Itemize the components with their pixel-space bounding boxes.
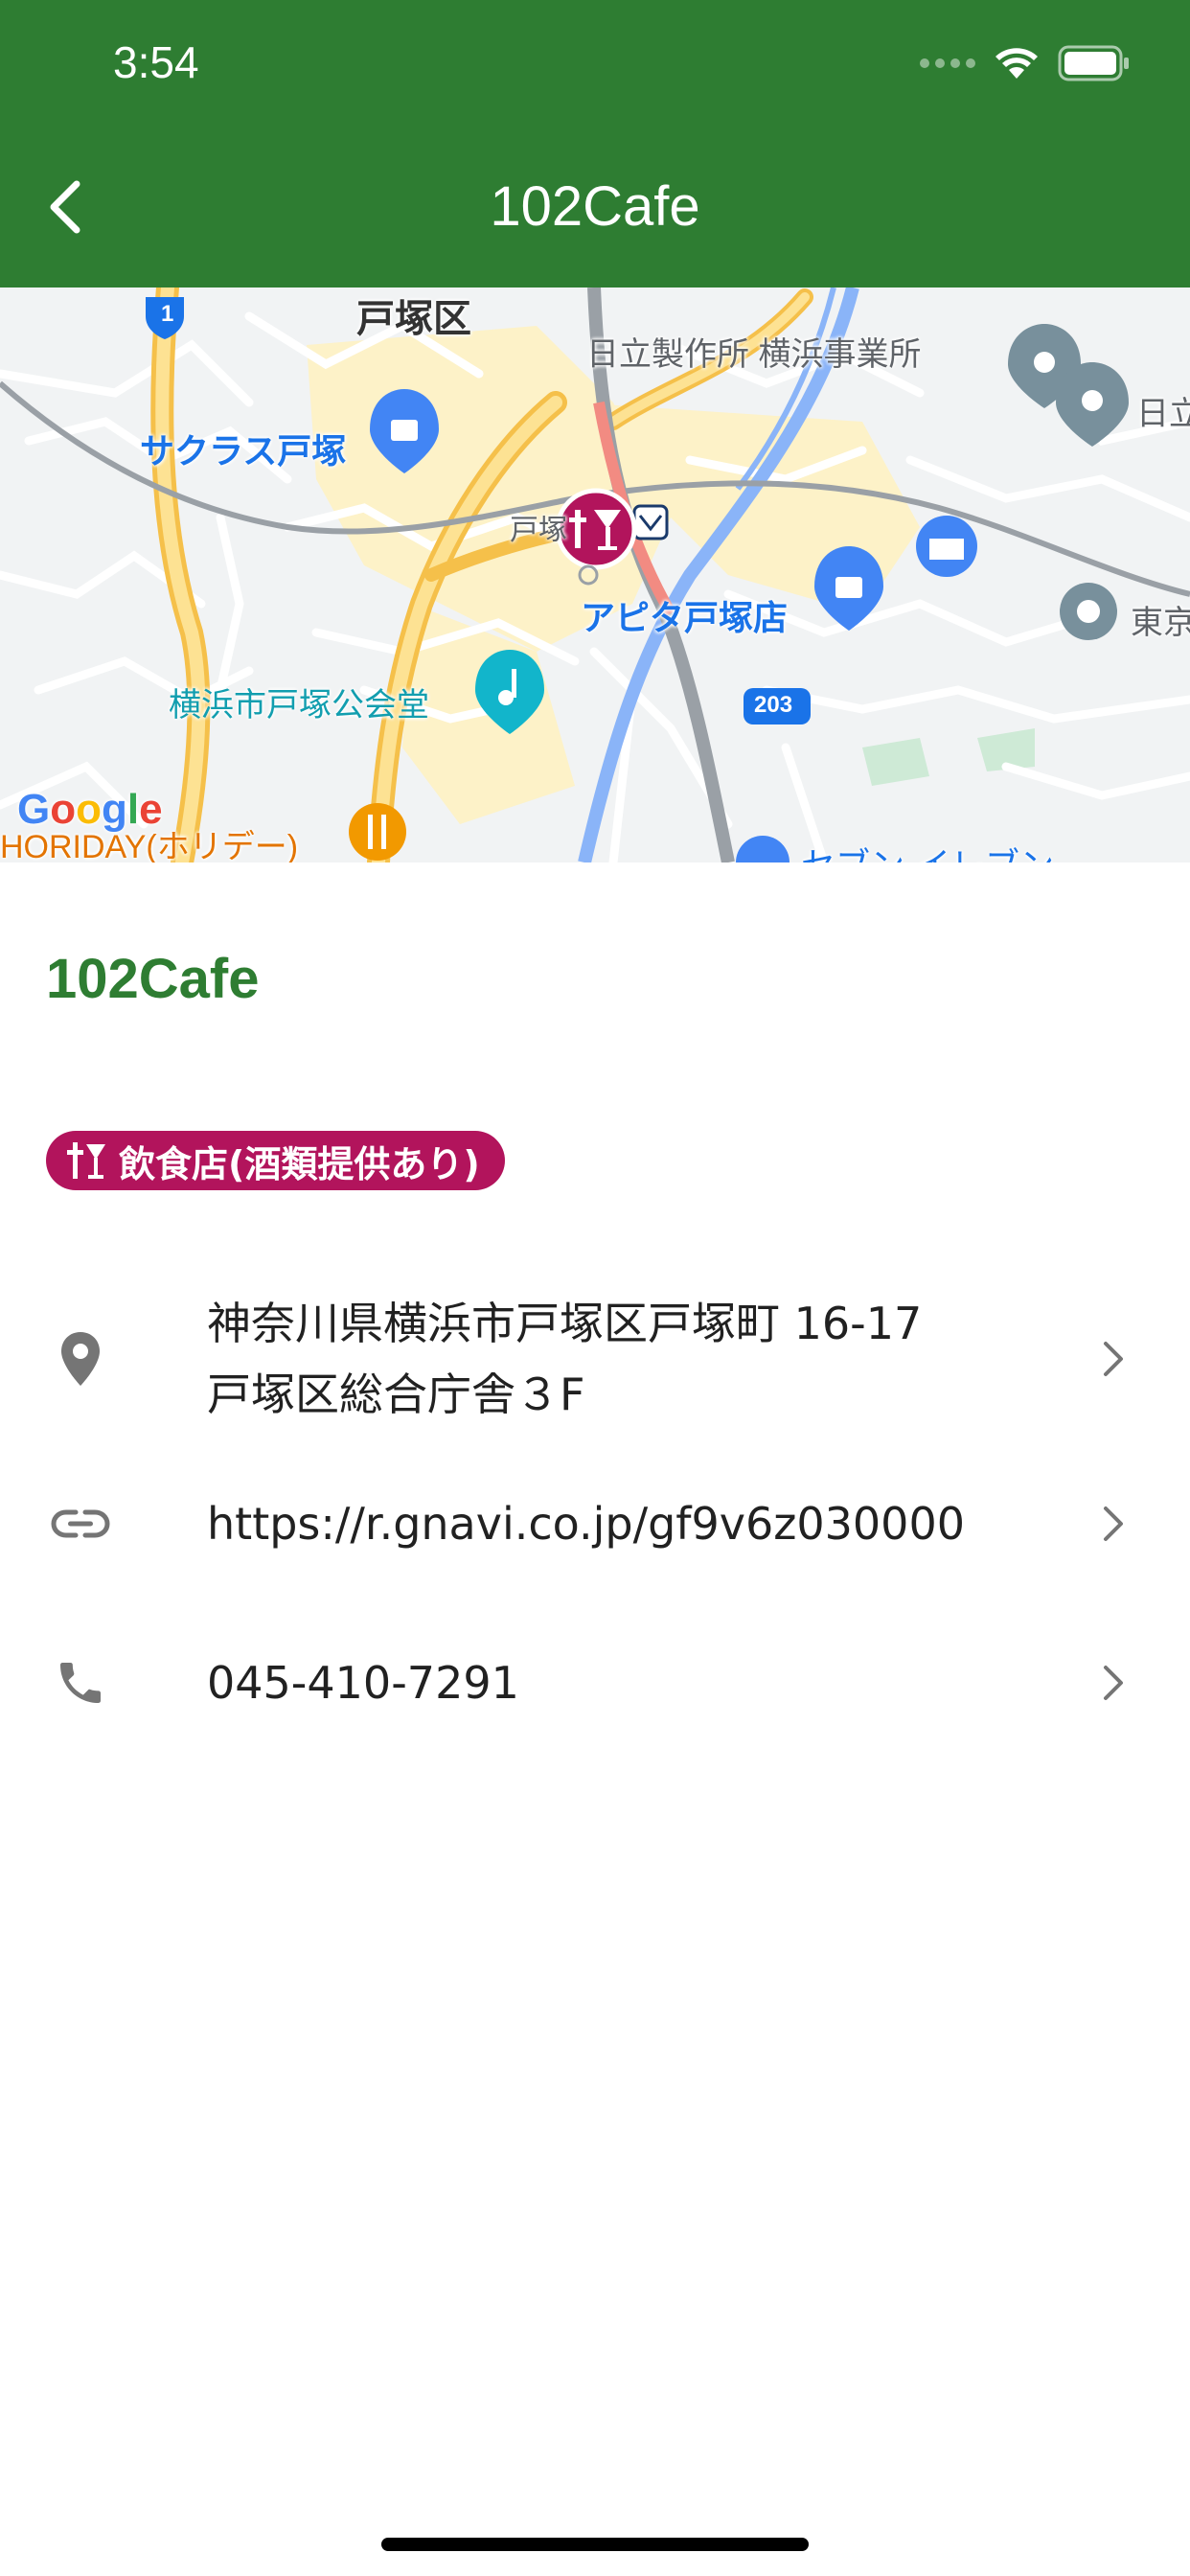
address-line-2: 戸塚区総合庁舎３F (207, 1368, 585, 1420)
route-203-label: 203 (754, 692, 793, 718)
route-1-label: 1 (161, 301, 174, 327)
cellular-signal-icon (920, 58, 975, 68)
home-indicator[interactable] (381, 2538, 809, 2551)
chevron-right-icon (1098, 1336, 1129, 1382)
map-label-tokyo: 東京 (1131, 605, 1190, 641)
app-header: 3:54 102Cafe (0, 0, 1190, 288)
restaurant-marker (349, 803, 406, 861)
address-row[interactable]: 神奈川県横浜市戸塚区戸塚町 16-17 戸塚区総合庁舎３F (0, 1282, 1190, 1436)
status-time: 3:54 (113, 37, 199, 87)
map-label-seven: セブン-イレブン (801, 838, 1054, 862)
google-logo: Google (17, 786, 163, 833)
address-text: 神奈川県横浜市戸塚区戸塚町 16-17 戸塚区総合庁舎３F (207, 1288, 1065, 1430)
map-label-apita: アピタ戸塚店 (581, 598, 789, 637)
nav-title: 102Cafe (490, 175, 700, 238)
location-pin-icon (50, 1328, 111, 1390)
map-label-sakuras: サクラス戸塚 (140, 431, 347, 471)
phone-row[interactable]: 045-410-7291 (0, 1644, 1190, 1721)
map-label-ward: 戸塚区 (356, 298, 471, 340)
food-drink-icon (67, 1142, 105, 1179)
website-row[interactable]: https://r.gnavi.co.jp/gf9v6z030000 (0, 1485, 1190, 1562)
status-icons (920, 44, 1131, 82)
phone-number[interactable]: 045-410-7291 (207, 1647, 1065, 1718)
map-view[interactable]: 1 203 戸塚区 日立製作所 横浜事業所 日立 サクラス戸塚 戸塚 アピタ戸塚… (0, 288, 1190, 862)
wifi-icon (995, 48, 1038, 79)
seven-eleven-marker (736, 836, 790, 862)
category-badge: 飲食店(酒類提供あり) (46, 1131, 505, 1190)
screen: 3:54 102Cafe 1 203 戸塚区 日立製作所 横浜事業所 日立 サク… (0, 0, 1190, 2576)
category-label: 飲食店(酒類提供あり) (119, 1142, 480, 1185)
map-label-hall: 横浜市戸塚公会堂 (169, 687, 429, 724)
link-icon (50, 1493, 111, 1554)
poi-marker (1060, 583, 1117, 640)
chevron-right-icon (1098, 1660, 1129, 1706)
address-line-1: 神奈川県横浜市戸塚区戸塚町 16-17 (207, 1298, 923, 1349)
map-label-hitachi-short: 日立 (1136, 396, 1190, 432)
store-marker (916, 516, 977, 577)
station-icon (632, 504, 669, 540)
battery-icon (1058, 45, 1129, 81)
phone-icon (50, 1652, 111, 1714)
chevron-right-icon (1098, 1501, 1129, 1547)
map-label-station: 戸塚 (510, 515, 567, 546)
place-title: 102Cafe (46, 948, 260, 1010)
map-label-hitachi: 日立製作所 横浜事業所 (586, 336, 922, 373)
website-link[interactable]: https://r.gnavi.co.jp/gf9v6z030000 (207, 1488, 1065, 1559)
